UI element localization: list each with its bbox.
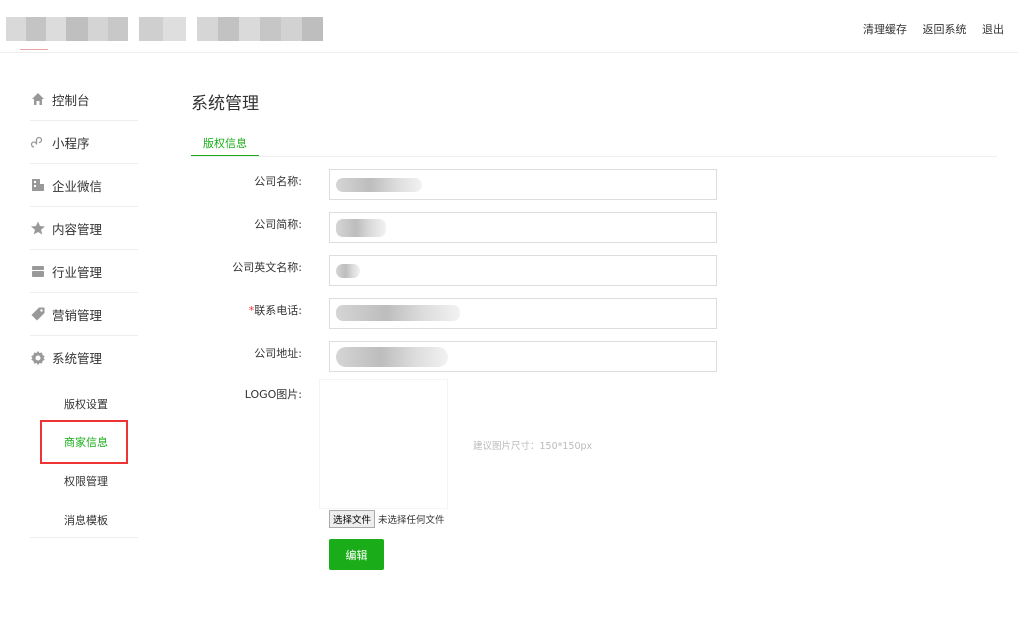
mini-program-icon [30,134,46,150]
edit-button[interactable]: 编辑 [329,539,384,570]
enterprise-wechat-icon [30,177,46,193]
company-english-name-field[interactable] [329,255,717,286]
choose-file-button[interactable]: 选择文件 [329,510,376,528]
header-links: 清理缓存 返回系统 退出 [863,21,1004,37]
blurred-value [336,305,460,321]
submenu-divider [30,537,138,538]
sidebar-item-label: 小程序 [52,135,90,151]
sidebar-item-label: 行业管理 [52,264,103,280]
file-upload-row: 选择文件 未选择任何文件 [329,510,445,528]
sidebar-item-label: 营销管理 [52,307,103,323]
highlight-annotation-box [40,420,128,464]
back-to-system-link[interactable]: 返回系统 [923,23,967,36]
address-field[interactable] [329,341,717,372]
submenu-copyright-settings[interactable]: 版权设置 [64,396,108,412]
brand-blurred [139,17,186,41]
logo-label: LOGO图片: [244,388,302,401]
sidebar-item-label: 控制台 [52,92,90,108]
submenu-permissions[interactable]: 权限管理 [64,473,108,489]
sidebar-item-enterprise-wechat[interactable]: 企业微信 [30,164,138,207]
address-label: 公司地址: [254,347,302,360]
company-short-name-field[interactable] [329,212,717,243]
tag-icon [30,306,46,322]
page-title: 系统管理 [191,94,259,114]
blurred-value [336,219,386,237]
sidebar-item-dashboard[interactable]: 控制台 [30,78,138,121]
tab-label: 版权信息 [203,137,247,150]
content-icon [30,220,46,236]
company-name-label: 公司名称: [254,175,302,188]
tab-copyright-info[interactable]: 版权信息 [191,135,259,157]
sidebar-item-content[interactable]: 内容管理 [30,207,138,250]
company-short-name-label: 公司简称: [254,218,302,231]
home-icon [30,91,46,107]
submenu-message-templates[interactable]: 消息模板 [64,512,108,528]
top-header: 清理缓存 返回系统 退出 [0,0,1018,53]
phone-label: *联系电话: [192,302,302,318]
clear-cache-link[interactable]: 清理缓存 [863,23,907,36]
sidebar-item-label: 内容管理 [52,221,103,237]
blurred-value [336,347,448,367]
sidebar-item-marketing[interactable]: 营销管理 [30,293,138,336]
company-english-name-label: 公司英文名称: [232,261,302,274]
industry-icon [30,263,46,279]
sidebar-item-label: 企业微信 [52,178,103,194]
phone-field[interactable] [329,298,717,329]
system-name-blurred [197,17,323,41]
blurred-value [336,178,422,192]
tab-divider [191,156,997,157]
gear-icon [30,350,46,366]
sidebar-item-mini-program[interactable]: 小程序 [30,121,138,164]
logo-size-hint: 建议图片尺寸：150*150px [473,441,593,452]
company-name-field[interactable] [329,169,717,200]
phone-label-text: 联系电话: [254,304,302,317]
logout-link[interactable]: 退出 [982,23,1004,36]
logo-blurred [6,17,128,41]
sidebar-item-industry[interactable]: 行业管理 [30,250,138,293]
sidebar-item-label: 系统管理 [52,351,103,366]
sidebar-item-system[interactable]: 系统管理 [30,336,138,379]
file-status-text: 未选择任何文件 [378,515,445,526]
blurred-value [336,264,360,278]
logo-image-preview[interactable] [320,380,447,508]
logo-underline [20,49,48,50]
